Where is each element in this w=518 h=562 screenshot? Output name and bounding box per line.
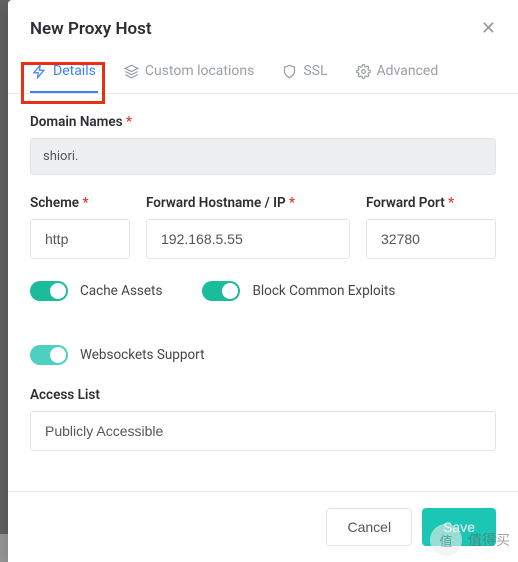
- tab-custom-locations[interactable]: Custom locations: [122, 53, 257, 93]
- bolt-icon: [32, 64, 47, 79]
- tab-ssl[interactable]: SSL: [280, 53, 329, 93]
- domain-names-label: Domain Names *: [30, 114, 496, 130]
- tab-label: Custom locations: [145, 63, 255, 79]
- modal-title: New Proxy Host: [30, 19, 152, 39]
- cache-assets-toggle-row: Cache Assets: [30, 281, 162, 301]
- save-button[interactable]: Save: [422, 508, 496, 546]
- websockets-toggle[interactable]: [30, 345, 68, 365]
- scheme-label: Scheme *: [30, 195, 130, 211]
- toggle-label: Cache Assets: [80, 283, 162, 299]
- gear-icon: [356, 64, 371, 79]
- port-input[interactable]: [366, 219, 496, 259]
- domain-names-input[interactable]: shiori.: [30, 138, 496, 175]
- websockets-toggle-row: Websockets Support: [30, 345, 496, 365]
- shield-icon: [282, 64, 297, 79]
- access-list-label: Access List: [30, 387, 496, 403]
- new-proxy-host-modal: New Proxy Host ✕ Details Custom location…: [8, 0, 518, 562]
- modal-header: New Proxy Host ✕: [8, 0, 518, 53]
- tab-details[interactable]: Details: [30, 53, 98, 93]
- modal-footer: Cancel Save: [8, 491, 518, 562]
- block-exploits-toggle[interactable]: [202, 281, 240, 301]
- close-icon: ✕: [481, 18, 496, 38]
- layers-icon: [124, 64, 139, 79]
- toggle-label: Websockets Support: [80, 347, 205, 363]
- toggle-label: Block Common Exploits: [252, 283, 395, 299]
- access-list-select[interactable]: [30, 411, 496, 451]
- modal-body: Domain Names * shiori. Scheme * Forward …: [8, 94, 518, 491]
- hostname-label: Forward Hostname / IP *: [146, 195, 350, 211]
- hostname-input[interactable]: [146, 219, 350, 259]
- block-exploits-toggle-row: Block Common Exploits: [202, 281, 395, 301]
- cancel-button[interactable]: Cancel: [326, 508, 412, 546]
- port-label: Forward Port *: [366, 195, 496, 211]
- cache-assets-toggle[interactable]: [30, 281, 68, 301]
- tab-advanced[interactable]: Advanced: [354, 53, 441, 93]
- scheme-select[interactable]: [30, 219, 130, 259]
- tab-label: SSL: [303, 63, 327, 79]
- tab-bar: Details Custom locations SSL Advanced: [8, 53, 518, 94]
- close-button[interactable]: ✕: [481, 18, 496, 39]
- tab-label: Details: [53, 63, 96, 79]
- tab-label: Advanced: [377, 63, 439, 79]
